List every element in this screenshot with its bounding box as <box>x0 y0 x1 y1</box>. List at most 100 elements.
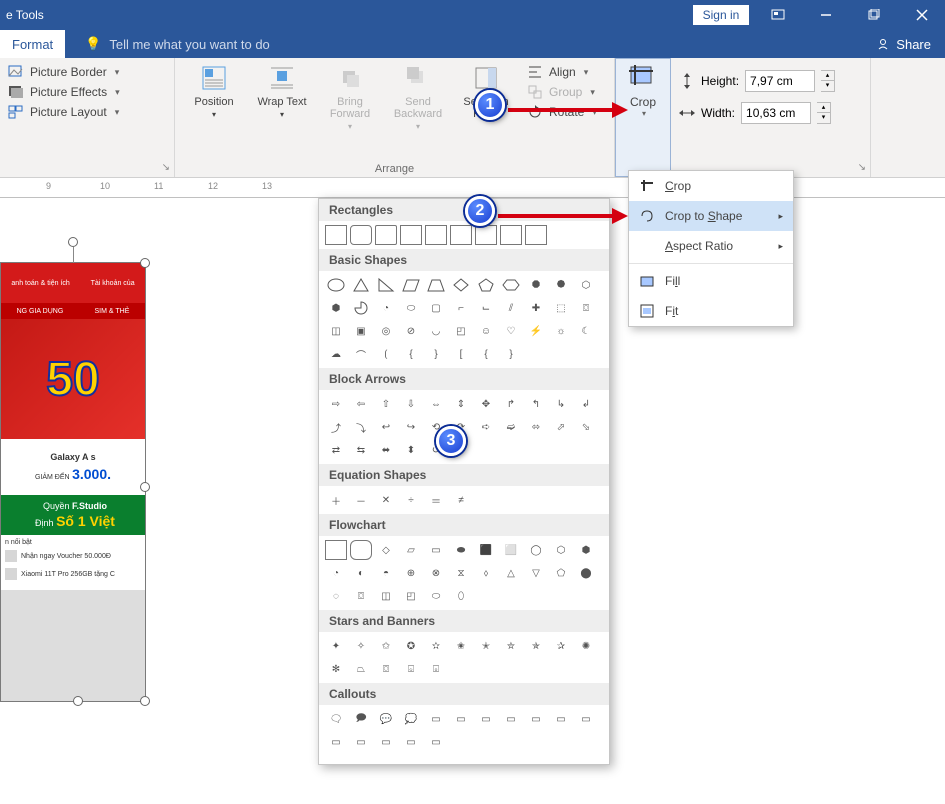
shape-rect[interactable] <box>525 225 547 245</box>
shape-bevel[interactable]: ▣ <box>350 321 372 341</box>
shape-banner[interactable]: ⌺ <box>400 659 422 679</box>
shape-callout[interactable]: 🗨 <box>325 709 347 729</box>
shape-arrow-lr[interactable]: ⇔ <box>425 394 447 414</box>
crop-menu-crop-to-shape[interactable]: Crop to Shape ▸ <box>629 201 793 231</box>
crop-menu-fit[interactable]: Fit <box>629 296 793 326</box>
shape-pentagon[interactable] <box>475 275 497 295</box>
shape-diamond[interactable] <box>450 275 472 295</box>
height-spinner[interactable]: ▴▾ <box>821 70 835 92</box>
shape-callout[interactable]: ▭ <box>500 709 522 729</box>
shape-equal[interactable]: ＝ <box>425 490 447 510</box>
shape-flow[interactable]: ⬤ <box>575 563 597 583</box>
height-input[interactable]: 7,97 cm <box>745 70 815 92</box>
shape-arrow-d[interactable]: ⇩ <box>400 394 422 414</box>
shape-star[interactable]: ✭ <box>475 636 497 656</box>
shape-star[interactable]: ✫ <box>425 636 447 656</box>
shape-frame[interactable]: ▢ <box>425 298 447 318</box>
shape-bracket-l[interactable]: [ <box>450 344 472 364</box>
shape-minus[interactable]: － <box>350 490 372 510</box>
tab-format[interactable]: Format <box>0 30 65 58</box>
shape-arrow[interactable]: ➫ <box>500 417 522 437</box>
shape-round-rect[interactable] <box>350 225 372 245</box>
shape-flow[interactable]: ◌ <box>325 586 347 606</box>
width-spinner[interactable]: ▴▾ <box>817 102 831 124</box>
crop-menu-crop[interactable]: Crop <box>629 171 793 201</box>
shape-arrow-l[interactable]: ⇦ <box>350 394 372 414</box>
shape-arrow-quad[interactable]: ✥ <box>475 394 497 414</box>
shape-not-equal[interactable]: ≠ <box>450 490 472 510</box>
shape-brace-l[interactable]: { <box>400 344 422 364</box>
shape-flow[interactable]: ◫ <box>375 586 397 606</box>
shape-star[interactable]: ✰ <box>550 636 572 656</box>
shape-parallelogram[interactable] <box>400 275 422 295</box>
shape-flow[interactable]: ⬜ <box>500 540 522 560</box>
shape-arrow[interactable]: ⬍ <box>400 440 422 460</box>
shape-rect[interactable] <box>450 225 472 245</box>
shape-callout[interactable]: ▭ <box>375 732 397 752</box>
shape-arrow-u[interactable]: ⇧ <box>375 394 397 414</box>
sign-in-button[interactable]: Sign in <box>693 5 749 25</box>
size-dialog-launcher-icon[interactable]: ↘ <box>858 162 866 173</box>
shape-lshape[interactable]: ⌙ <box>475 298 497 318</box>
shape-callout[interactable]: ▭ <box>425 709 447 729</box>
shape-flow[interactable]: △ <box>500 563 522 583</box>
ribbon-display-options-icon[interactable] <box>755 0 801 30</box>
shape-rect[interactable] <box>325 225 347 245</box>
shape-flow[interactable]: ▭ <box>425 540 447 560</box>
shape-callout[interactable]: ▭ <box>475 709 497 729</box>
crop-menu-fill[interactable]: Fill <box>629 266 793 296</box>
minimize-button[interactable] <box>803 0 849 30</box>
shape-rect[interactable] <box>475 225 497 245</box>
shape-half-frame[interactable]: ⌐ <box>450 298 472 318</box>
selected-image[interactable]: anh toán & tiện ích Tài khoản của NG GIA… <box>0 262 146 702</box>
align-button[interactable]: Align▾ <box>527 64 597 80</box>
shape-banner[interactable]: ⏢ <box>350 659 372 679</box>
shape-decagon[interactable]: ⬡ <box>575 275 597 295</box>
shape-banner[interactable]: ⌼ <box>375 659 397 679</box>
shape-divide[interactable]: ÷ <box>400 490 422 510</box>
shape-sun[interactable]: ☼ <box>550 321 572 341</box>
shape-brace-l2[interactable]: { <box>475 344 497 364</box>
shape-multiply[interactable]: ✕ <box>375 490 397 510</box>
shape-teardrop[interactable]: ⬭ <box>400 298 422 318</box>
shape-star[interactable]: ✦ <box>325 636 347 656</box>
picture-layout-button[interactable]: Picture Layout▾ <box>8 104 166 120</box>
shape-callout[interactable]: ▭ <box>550 709 572 729</box>
shape-heptagon[interactable]: ⯃ <box>525 275 547 295</box>
shape-rect[interactable] <box>425 225 447 245</box>
shape-flow[interactable]: ⬡ <box>550 540 572 560</box>
shape-callout[interactable]: ▭ <box>575 709 597 729</box>
shape-rt-triangle[interactable] <box>375 275 397 295</box>
shape-heart[interactable]: ♡ <box>500 321 522 341</box>
shape-flow[interactable]: ⬠ <box>550 563 572 583</box>
resize-handle[interactable] <box>140 482 150 492</box>
shape-brace-r[interactable]: } <box>425 344 447 364</box>
shape-flow[interactable]: ◯ <box>525 540 547 560</box>
shape-flow[interactable]: ⊗ <box>425 563 447 583</box>
shape-star[interactable]: ✮ <box>500 636 522 656</box>
shape-arrow[interactable]: ⇆ <box>350 440 372 460</box>
shape-callout[interactable]: ▭ <box>325 732 347 752</box>
shape-brace-r2[interactable]: } <box>500 344 522 364</box>
shape-arrow[interactable]: ↱ <box>500 394 522 414</box>
shape-lightning[interactable]: ⚡ <box>525 321 547 341</box>
picture-effects-button[interactable]: Picture Effects▾ <box>8 84 166 100</box>
styles-dialog-launcher-icon[interactable]: ↘ <box>162 162 170 173</box>
shape-octagon[interactable]: ⯄ <box>550 275 572 295</box>
shape-flow[interactable]: ⬢ <box>575 540 597 560</box>
shape-chord[interactable]: ◔ <box>375 298 397 318</box>
shape-plaque[interactable]: ⬚ <box>550 298 572 318</box>
shape-flow[interactable]: ⬬ <box>450 540 472 560</box>
resize-handle[interactable] <box>73 696 83 706</box>
shape-flow[interactable]: ⧖ <box>450 563 472 583</box>
shape-arrow[interactable]: ⇄ <box>325 440 347 460</box>
shape-arrow[interactable]: ↲ <box>575 394 597 414</box>
shape-star[interactable]: ✩ <box>375 636 397 656</box>
shape-trapezoid[interactable] <box>425 275 447 295</box>
shape-oval[interactable] <box>325 275 347 295</box>
shape-donut[interactable]: ◎ <box>375 321 397 341</box>
shape-callout[interactable]: ▭ <box>450 709 472 729</box>
shape-flow[interactable]: ▱ <box>400 540 422 560</box>
position-button[interactable]: Position▾ <box>183 62 245 119</box>
shape-plus[interactable]: ✚ <box>525 298 547 318</box>
